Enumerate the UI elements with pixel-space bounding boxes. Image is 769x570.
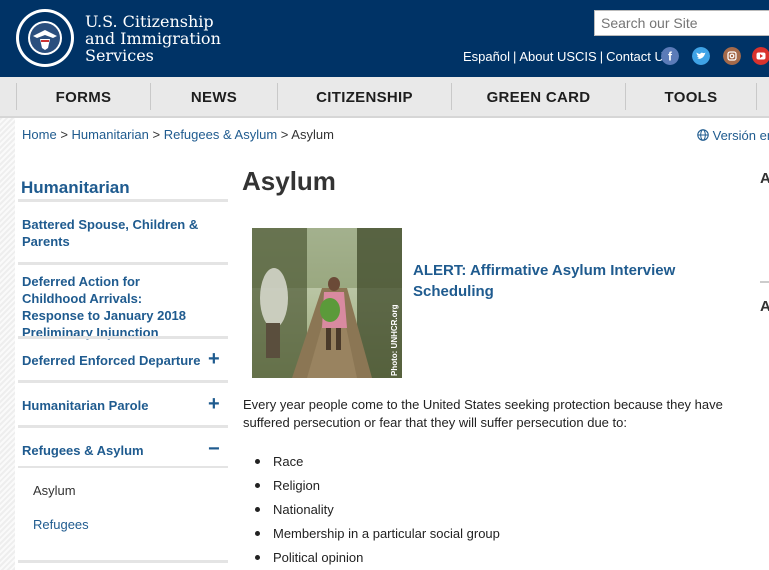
list-item: Nationality <box>255 501 500 525</box>
sidebar-item-battered-spouse[interactable]: Battered Spouse, Children & Parents <box>22 216 202 250</box>
espanol-link[interactable]: Español <box>463 49 510 64</box>
right-column-divider <box>760 281 769 283</box>
photo-credit: Photo: UNHCR.org <box>390 304 399 376</box>
agency-name[interactable]: U.S. Citizenship and Immigration Service… <box>85 13 221 64</box>
agency-name-line-2: and Immigration <box>85 29 221 48</box>
breadcrumb-humanitarian[interactable]: Humanitarian <box>72 127 149 142</box>
sidebar-divider <box>18 336 228 339</box>
sidebar-item-deferred-enforced-departure[interactable]: Deferred Enforced Departure <box>22 352 207 369</box>
agency-name-line-3: Services <box>85 46 154 65</box>
persecution-grounds-list: Race Religion Nationality Membership in … <box>255 453 500 570</box>
sidebar-item-humanitarian-parole[interactable]: Humanitarian Parole <box>22 397 202 414</box>
utility-separator: | <box>512 49 517 64</box>
list-item: Political opinion <box>255 549 500 570</box>
intro-paragraph: Every year people come to the United Sta… <box>243 397 723 430</box>
sidebar-subitem-asylum[interactable]: Asylum <box>33 483 76 498</box>
agency-name-line-1: U.S. Citizenship <box>85 12 214 31</box>
expand-plus-icon[interactable]: + <box>208 349 220 369</box>
instagram-icon[interactable] <box>723 47 741 65</box>
utility-separator: | <box>599 49 604 64</box>
globe-icon <box>697 129 709 141</box>
site-header: U.S. Citizenship and Immigration Service… <box>0 0 769 77</box>
main-navigation: FORMS NEWS CITIZENSHIP GREEN CARD TOOLS <box>0 77 769 118</box>
utility-links: Español | About USCIS | Contact Us <box>463 49 670 64</box>
nav-news[interactable]: NEWS <box>151 77 277 116</box>
breadcrumb-separator: > <box>280 127 289 142</box>
right-column-heading-fragment: A <box>760 170 769 187</box>
collapse-minus-icon[interactable]: − <box>208 439 220 459</box>
nav-forms[interactable]: FORMS <box>17 77 150 116</box>
breadcrumb-home[interactable]: Home <box>22 127 57 142</box>
twitter-icon[interactable] <box>692 47 710 65</box>
nav-divider <box>756 83 757 110</box>
breadcrumb-current: Asylum <box>291 127 334 142</box>
left-gutter-pattern <box>0 118 15 570</box>
list-item: Membership in a particular social group <box>255 525 500 549</box>
search-input[interactable] <box>594 10 769 36</box>
about-link[interactable]: About USCIS <box>519 49 596 64</box>
nav-green-card[interactable]: GREEN CARD <box>452 77 625 116</box>
sidebar-subitem-refugees[interactable]: Refugees <box>33 517 89 532</box>
sidebar-divider <box>18 560 228 563</box>
list-item: Religion <box>255 477 500 501</box>
sidebar-item-daca[interactable]: Deferred Action for Childhood Arrivals: … <box>22 273 202 341</box>
sidebar-divider <box>18 425 228 428</box>
right-column-heading-fragment: A <box>760 298 769 315</box>
page-title: Asylum <box>242 166 336 196</box>
breadcrumb: Home > Humanitarian > Refugees & Asylum … <box>22 127 334 142</box>
language-toggle[interactable]: Versión en <box>697 128 769 143</box>
breadcrumb-refugees-asylum[interactable]: Refugees & Asylum <box>164 127 277 142</box>
nav-tools[interactable]: TOOLS <box>626 77 756 116</box>
sidebar-divider <box>18 262 228 265</box>
sidebar-divider <box>18 466 228 468</box>
list-item: Race <box>255 453 500 477</box>
sidebar-divider <box>18 380 228 383</box>
sidebar-title[interactable]: Humanitarian <box>21 178 130 198</box>
breadcrumb-separator: > <box>60 127 68 142</box>
language-toggle-label: Versión en <box>712 128 769 143</box>
sidebar-item-refugees-asylum[interactable]: Refugees & Asylum <box>22 442 202 459</box>
nav-citizenship[interactable]: CITIZENSHIP <box>278 77 451 116</box>
youtube-icon[interactable] <box>752 47 769 65</box>
breadcrumb-separator: > <box>152 127 161 142</box>
alert-link[interactable]: ALERT: Affirmative Asylum Interview Sche… <box>413 260 703 302</box>
sidebar-divider <box>18 199 228 202</box>
dhs-seal-icon[interactable] <box>15 8 75 68</box>
asylum-photo-image: Photo: UNHCR.org <box>252 228 402 378</box>
asylum-photo[interactable]: Photo: UNHCR.org <box>252 228 402 378</box>
expand-plus-icon[interactable]: + <box>208 394 220 414</box>
facebook-icon[interactable]: f <box>661 47 679 65</box>
